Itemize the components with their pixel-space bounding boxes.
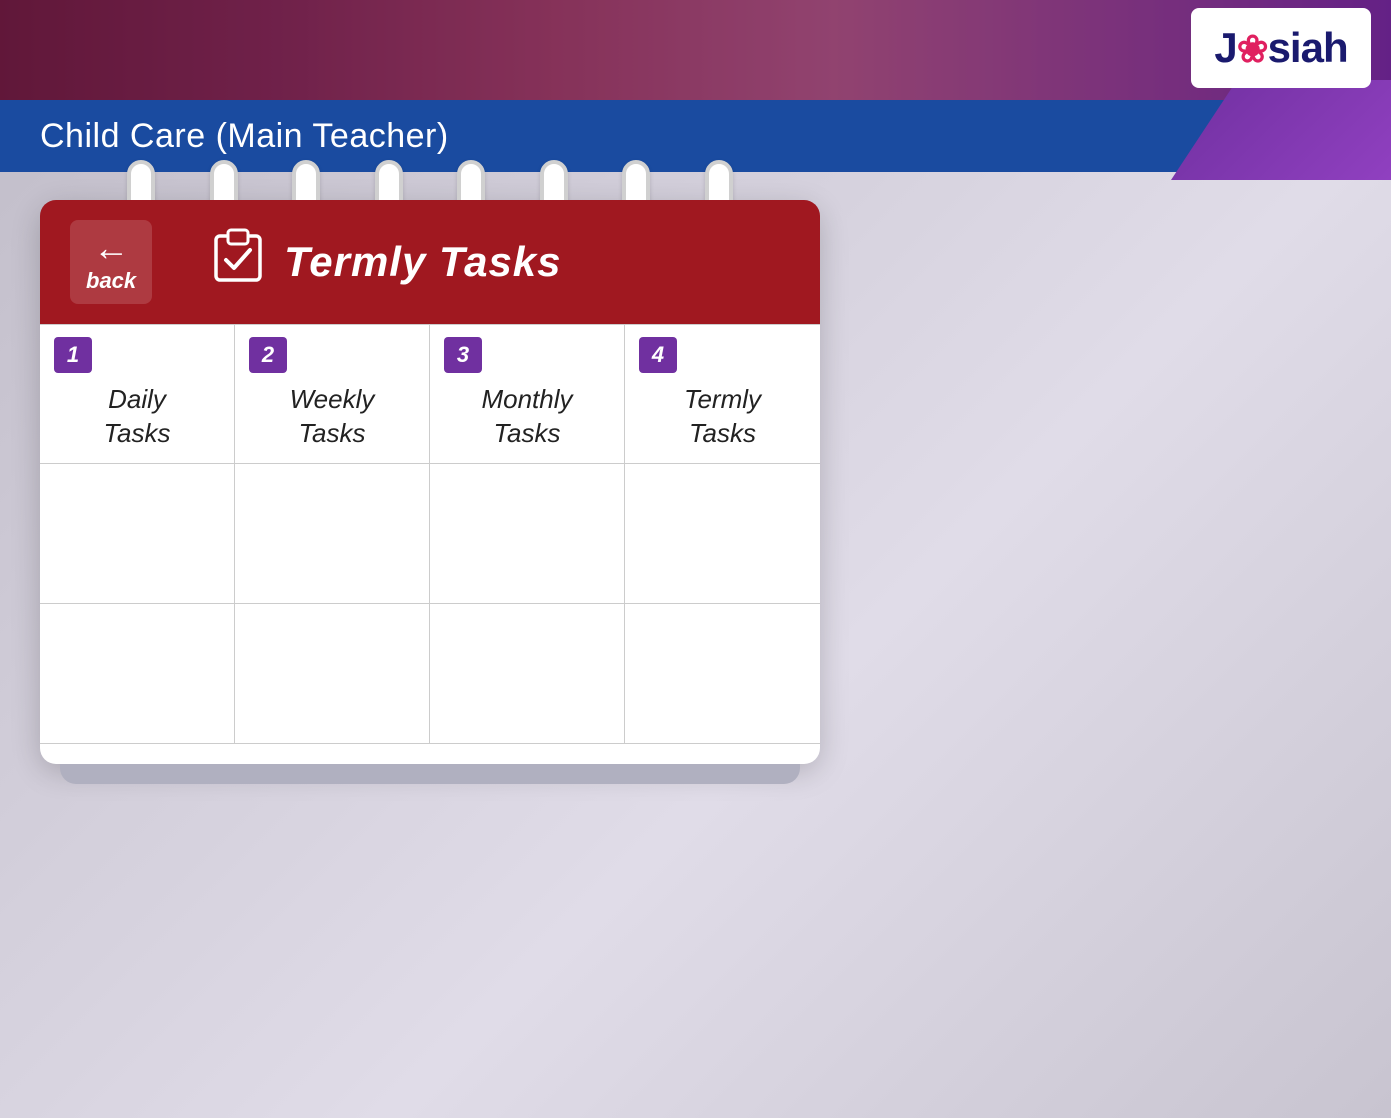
cell-label-2: WeeklyTasks <box>249 383 415 451</box>
calendar-header-title: Termly Tasks <box>284 238 561 286</box>
cell-label-3: MonthlyTasks <box>444 383 610 451</box>
grid-cell-9 <box>40 604 235 744</box>
grid-cell-12 <box>625 604 820 744</box>
page-title: Child Care (Main Teacher) <box>40 117 449 156</box>
back-button[interactable]: ← back <box>70 220 152 304</box>
cell-label-1: DailyTasks <box>54 383 220 451</box>
calendar-header: ← back Termly Tasks <box>40 200 820 324</box>
card-shadow <box>60 764 800 784</box>
grid-cell-6 <box>235 464 430 604</box>
logo-box: J❀siah <box>1191 8 1371 88</box>
calendar-bottom <box>40 744 820 764</box>
calendar-card: ← back Termly Tasks 1 DailyTasks 2 Weekl… <box>40 200 820 764</box>
grid-cell-3[interactable]: 3 MonthlyTasks <box>430 325 625 464</box>
cell-number-2: 2 <box>249 337 287 373</box>
grid-cell-8 <box>625 464 820 604</box>
grid-cell-7 <box>430 464 625 604</box>
cell-number-1: 1 <box>54 337 92 373</box>
top-banner <box>0 0 1391 100</box>
grid-cell-5 <box>40 464 235 604</box>
grid-cell-11 <box>430 604 625 744</box>
back-label: back <box>86 268 136 294</box>
grid-cell-2[interactable]: 2 WeeklyTasks <box>235 325 430 464</box>
logo: J❀siah <box>1214 24 1347 72</box>
header-title-area: Termly Tasks <box>212 228 790 296</box>
cell-number-4: 4 <box>639 337 677 373</box>
grid-cell-4[interactable]: 4 TermlyTasks <box>625 325 820 464</box>
cell-number-3: 3 <box>444 337 482 373</box>
cell-label-4: TermlyTasks <box>639 383 806 451</box>
back-arrow-icon: ← <box>93 230 129 266</box>
grid-cell-10 <box>235 604 430 744</box>
clipboard-icon <box>212 228 264 296</box>
grid-cell-1[interactable]: 1 DailyTasks <box>40 325 235 464</box>
calendar-grid: 1 DailyTasks 2 WeeklyTasks 3 MonthlyTask… <box>40 324 820 744</box>
